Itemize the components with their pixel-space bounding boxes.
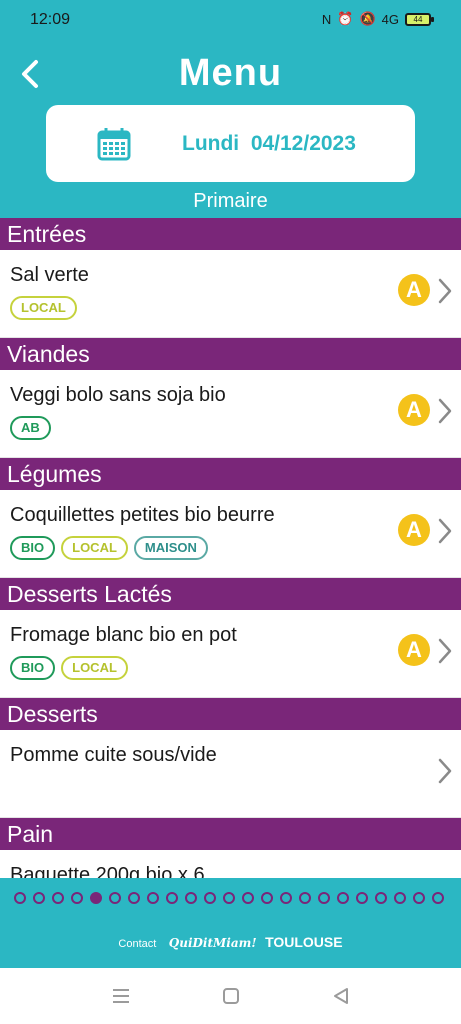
page-dot[interactable] — [337, 892, 349, 904]
page-dot[interactable] — [375, 892, 387, 904]
menu-item-name: Coquillettes petites bio beurre — [10, 504, 275, 526]
section-header: Entrées — [0, 218, 461, 250]
nutriscore-badge: A — [398, 634, 430, 666]
tag-bio: BIO — [10, 656, 56, 680]
chevron-right-icon[interactable] — [436, 396, 454, 426]
menu-icon[interactable] — [110, 986, 132, 1006]
page-dot[interactable] — [128, 892, 140, 904]
footer: Contact QuiDitMiam! TOULOUSE — [0, 878, 461, 968]
page-dot[interactable] — [147, 892, 159, 904]
page-dot[interactable] — [261, 892, 273, 904]
page-dot[interactable] — [33, 892, 45, 904]
contact-link[interactable]: Contact — [118, 938, 156, 950]
tag-ab: AB — [10, 416, 51, 440]
menu-item[interactable]: Coquillettes petites bio beurre BIO LOCAL M… — [0, 490, 461, 578]
section-header: Pain — [0, 818, 461, 850]
date-label: Lundi 04/12/2023 — [182, 132, 356, 155]
date-picker[interactable]: Lundi 04/12/2023 — [46, 105, 415, 182]
menu-item-name: Sal verte — [10, 264, 89, 286]
page-dot[interactable] — [242, 892, 254, 904]
brand-logo: QuiDitMiam! — [168, 936, 257, 950]
page-dot[interactable] — [280, 892, 292, 904]
page-title: Menu — [178, 52, 283, 94]
menu-item-name: Pomme cuite sous/vide — [10, 744, 217, 766]
page-dot[interactable] — [318, 892, 330, 904]
menu-list[interactable]: Entrées Sal verte LOCAL A Viandes Veggi bolo … — [0, 218, 461, 878]
page-dot[interactable] — [14, 892, 26, 904]
menu-item-name: Baguette 200g bio x 6 — [10, 864, 205, 878]
label-tags: LOCAL — [10, 296, 77, 320]
battery-icon: 44 — [405, 12, 434, 26]
tag-bio: BIO — [10, 536, 56, 560]
label-tags: BIO LOCAL — [10, 656, 128, 680]
page-dot[interactable] — [394, 892, 406, 904]
back-nav-icon[interactable] — [330, 986, 352, 1006]
section-header: Légumes — [0, 458, 461, 490]
signal-icon: 4G — [381, 11, 399, 27]
nfc-icon: N — [321, 11, 332, 27]
tag-maison: MAISON — [133, 536, 208, 560]
menu-item-name: Veggi bolo sans soja bio — [10, 384, 226, 406]
page-dot[interactable] — [299, 892, 311, 904]
page-dot[interactable] — [166, 892, 178, 904]
page-dot[interactable] — [223, 892, 235, 904]
city-logo: TOULOUSE — [265, 934, 343, 950]
page-dot-active[interactable] — [90, 892, 102, 904]
page-dot[interactable] — [432, 892, 444, 904]
header: Menu Lundi 04/12/2023 Primaire — [0, 40, 461, 218]
status-bar: 12:09 N ⏰ 🔕 4G 44 — [0, 0, 461, 40]
menu-item-name: Fromage blanc bio en pot — [10, 624, 237, 646]
tag-local: LOCAL — [10, 296, 77, 320]
nutriscore-badge: A — [398, 274, 430, 306]
footer-links: Contact QuiDitMiam! TOULOUSE — [0, 934, 461, 952]
calendar-icon — [97, 128, 131, 161]
page-dot[interactable] — [413, 892, 425, 904]
section-header: Desserts — [0, 698, 461, 730]
alarm-icon: ⏰ — [337, 11, 354, 26]
chevron-right-icon[interactable] — [436, 636, 454, 666]
mute-icon: 🔕 — [359, 11, 376, 26]
menu-item[interactable]: Baguette 200g bio x 6 — [0, 850, 461, 878]
page-indicator[interactable] — [14, 892, 444, 904]
tag-local: LOCAL — [61, 656, 128, 680]
school-level: Primaire — [193, 190, 268, 212]
label-tags: AB — [10, 416, 51, 440]
page-dot[interactable] — [52, 892, 64, 904]
section-header: Desserts Lactés — [0, 578, 461, 610]
home-icon[interactable] — [220, 986, 242, 1006]
chevron-right-icon[interactable] — [436, 756, 454, 786]
menu-item[interactable]: Sal verte LOCAL A — [0, 250, 461, 338]
menu-item[interactable]: Fromage blanc bio en pot BIO LOCAL A — [0, 610, 461, 698]
menu-item[interactable]: Pomme cuite sous/vide — [0, 730, 461, 818]
section-header: Viandes — [0, 338, 461, 370]
page-dot[interactable] — [185, 892, 197, 904]
status-icons: N ⏰ 🔕 4G 44 — [321, 11, 434, 27]
nutriscore-badge: A — [398, 394, 430, 426]
page-dot[interactable] — [109, 892, 121, 904]
status-time: 12:09 — [30, 11, 71, 28]
page-dot[interactable] — [356, 892, 368, 904]
chevron-right-icon[interactable] — [436, 516, 454, 546]
page-dot[interactable] — [204, 892, 216, 904]
system-nav-bar — [0, 968, 461, 1024]
chevron-right-icon[interactable] — [436, 276, 454, 306]
label-tags: BIO LOCAL MAISON — [10, 536, 208, 560]
menu-item[interactable]: Veggi bolo sans soja bio AB A — [0, 370, 461, 458]
nutriscore-badge: A — [398, 514, 430, 546]
tag-local: LOCAL — [61, 536, 128, 560]
page-dot[interactable] — [71, 892, 83, 904]
